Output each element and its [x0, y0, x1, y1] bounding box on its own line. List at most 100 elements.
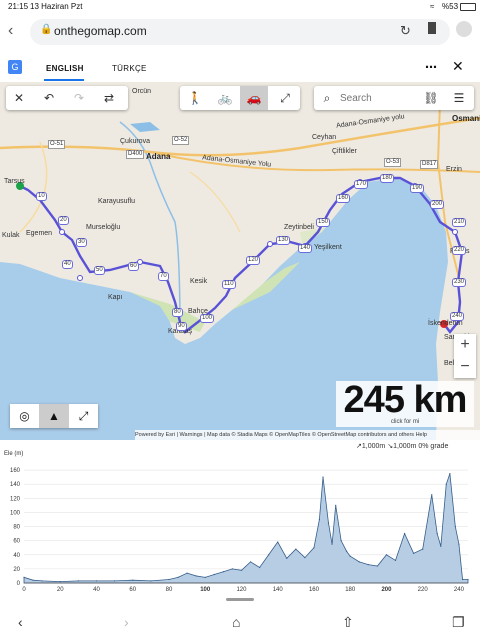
zoom-in-button[interactable]: +: [454, 334, 476, 356]
clear-icon[interactable]: ✕: [8, 86, 30, 110]
route-marker: 30: [76, 238, 87, 247]
back-nav-icon[interactable]: ‹: [18, 614, 23, 630]
distance-display[interactable]: 245 km click for mi: [336, 379, 474, 427]
x-tick-label: 20: [57, 587, 64, 593]
x-tick-label: 180: [345, 587, 356, 593]
sheet-handle[interactable]: [226, 598, 254, 601]
bike-icon[interactable]: 🚲: [214, 86, 236, 110]
elevation-profile: Ele (m) ↗1,000m ↘1,000m 0% grade 0 20 40 60…: [0, 441, 480, 593]
avatar[interactable]: [456, 21, 472, 37]
redo-icon[interactable]: ↷: [68, 86, 90, 110]
road-d817: D817: [420, 160, 439, 169]
route-marker: 190: [410, 184, 425, 193]
map-attribution[interactable]: Powered by Esri | Warnings | Map data © …: [135, 430, 480, 440]
link-icon[interactable]: ⛓: [420, 86, 442, 110]
x-tick-label: 160: [309, 587, 320, 593]
close-icon[interactable]: ✕: [452, 58, 464, 75]
locate-icon[interactable]: ◎: [10, 404, 39, 428]
route-marker: 80: [172, 308, 183, 317]
y-tick-label: 40: [13, 553, 20, 559]
battery-icon: [460, 3, 476, 11]
search-toolbar: ⌕ ⛓ ☰: [314, 86, 474, 110]
route-marker: 90: [176, 322, 187, 331]
map-mode-controls: ◎ ▲ ⤢: [10, 404, 98, 428]
terrain-icon[interactable]: ▲: [39, 404, 69, 428]
elevation-point: [23, 576, 25, 578]
road-o51: O-51: [48, 140, 66, 149]
elevation-point: [304, 556, 306, 559]
elevation-point: [313, 547, 315, 549]
elevation-point: [394, 559, 397, 562]
browser-bottom-bar: ‹ › ⌂ ⇧ ❐: [0, 598, 480, 640]
route-marker: 240: [450, 312, 465, 321]
elevation-point: [222, 571, 224, 573]
elevation-point: [467, 578, 469, 581]
elevation-chart[interactable]: 0 20 40 60 80 100 120 140 160 0 20 40 60 80 100 120 140 1…: [0, 441, 480, 593]
elevation-point: [177, 576, 179, 578]
label-orcun: Orcün: [132, 88, 152, 95]
label-kapi: Kapı: [108, 294, 123, 301]
y-tick-label: 100: [10, 510, 21, 516]
zoom-out-button[interactable]: −: [454, 356, 476, 378]
undo-icon[interactable]: ↶: [38, 86, 60, 110]
road-o53: O-53: [384, 158, 402, 167]
reload-icon[interactable]: ↻: [400, 23, 411, 39]
fullscreen-icon[interactable]: ⤢: [69, 404, 98, 428]
route-marker: 110: [222, 280, 236, 289]
elevation-point: [77, 580, 79, 582]
x-tick-label: 40: [93, 587, 100, 593]
y-tick-label: 60: [13, 539, 20, 545]
url-text[interactable]: onthegomap.com: [54, 24, 147, 38]
label-kulak: Kulak: [2, 232, 20, 239]
share-icon[interactable]: ⇧: [342, 614, 354, 631]
elevation-stats: ↗1,000m ↘1,000m 0% grade: [356, 442, 448, 450]
y-tick-label: 0: [17, 581, 21, 587]
elevation-point: [461, 578, 464, 581]
elevation-point: [413, 552, 415, 554]
y-tick-label: 140: [10, 482, 21, 488]
home-icon[interactable]: ⌂: [232, 614, 240, 630]
label-murseloglu: Murseloğlu: [86, 224, 121, 231]
forward-nav-icon[interactable]: ›: [124, 614, 129, 630]
x-tick-label: 0: [22, 587, 26, 593]
distance-unit-toggle[interactable]: click for mi: [336, 419, 474, 425]
reverse-route-icon[interactable]: ⇄: [98, 86, 120, 110]
status-bar: 21:15 13 Haziran Pzt ≈ %53: [0, 0, 480, 14]
straight-line-icon[interactable]: ⤢: [274, 86, 296, 110]
route-marker: 150: [316, 218, 331, 227]
zoom-controls: + −: [454, 334, 476, 378]
browser-url-bar: ‹ 🔒 onthegomap.com ↻: [0, 16, 480, 48]
back-icon[interactable]: ‹: [8, 22, 13, 40]
label-tarsus: Tarsus: [4, 178, 25, 185]
route-marker: 180: [380, 174, 395, 183]
label-cukurova: Çukurova: [120, 138, 150, 145]
more-icon[interactable]: ⋯: [425, 60, 437, 74]
tab-turkish[interactable]: TÜRKÇE: [112, 64, 147, 73]
status-battery: %53: [442, 2, 459, 11]
distance-value[interactable]: 245 km: [336, 379, 474, 422]
elevation-point: [376, 565, 378, 567]
grade-value: 0% grade: [418, 443, 449, 450]
route-marker: 210: [452, 218, 467, 227]
elevation-point: [367, 564, 369, 566]
x-tick-label: 60: [129, 587, 136, 593]
lock-icon: 🔒: [40, 24, 53, 35]
routing-mode-toolbar: 🚶 🚲 🚗 ⤢: [180, 86, 300, 110]
elevation-point: [59, 580, 61, 583]
bookmark-icon[interactable]: [428, 22, 436, 34]
elevation-point: [277, 541, 279, 543]
car-icon[interactable]: 🚗: [240, 86, 268, 110]
route-marker: 170: [354, 180, 369, 189]
route-marker: 120: [246, 256, 261, 265]
walk-icon[interactable]: 🚶: [184, 86, 206, 110]
elevation-point: [458, 543, 460, 545]
x-tick-label: 80: [166, 587, 173, 593]
search-input[interactable]: [338, 89, 422, 107]
tabs-icon[interactable]: ❐: [452, 614, 465, 631]
elevation-point: [195, 575, 197, 577]
label-erzin: Erzin: [446, 166, 462, 173]
wifi-icon: ≈: [430, 2, 435, 11]
route-marker: 70: [158, 272, 169, 281]
menu-icon[interactable]: ☰: [448, 86, 470, 110]
tab-english[interactable]: ENGLISH: [46, 64, 84, 73]
